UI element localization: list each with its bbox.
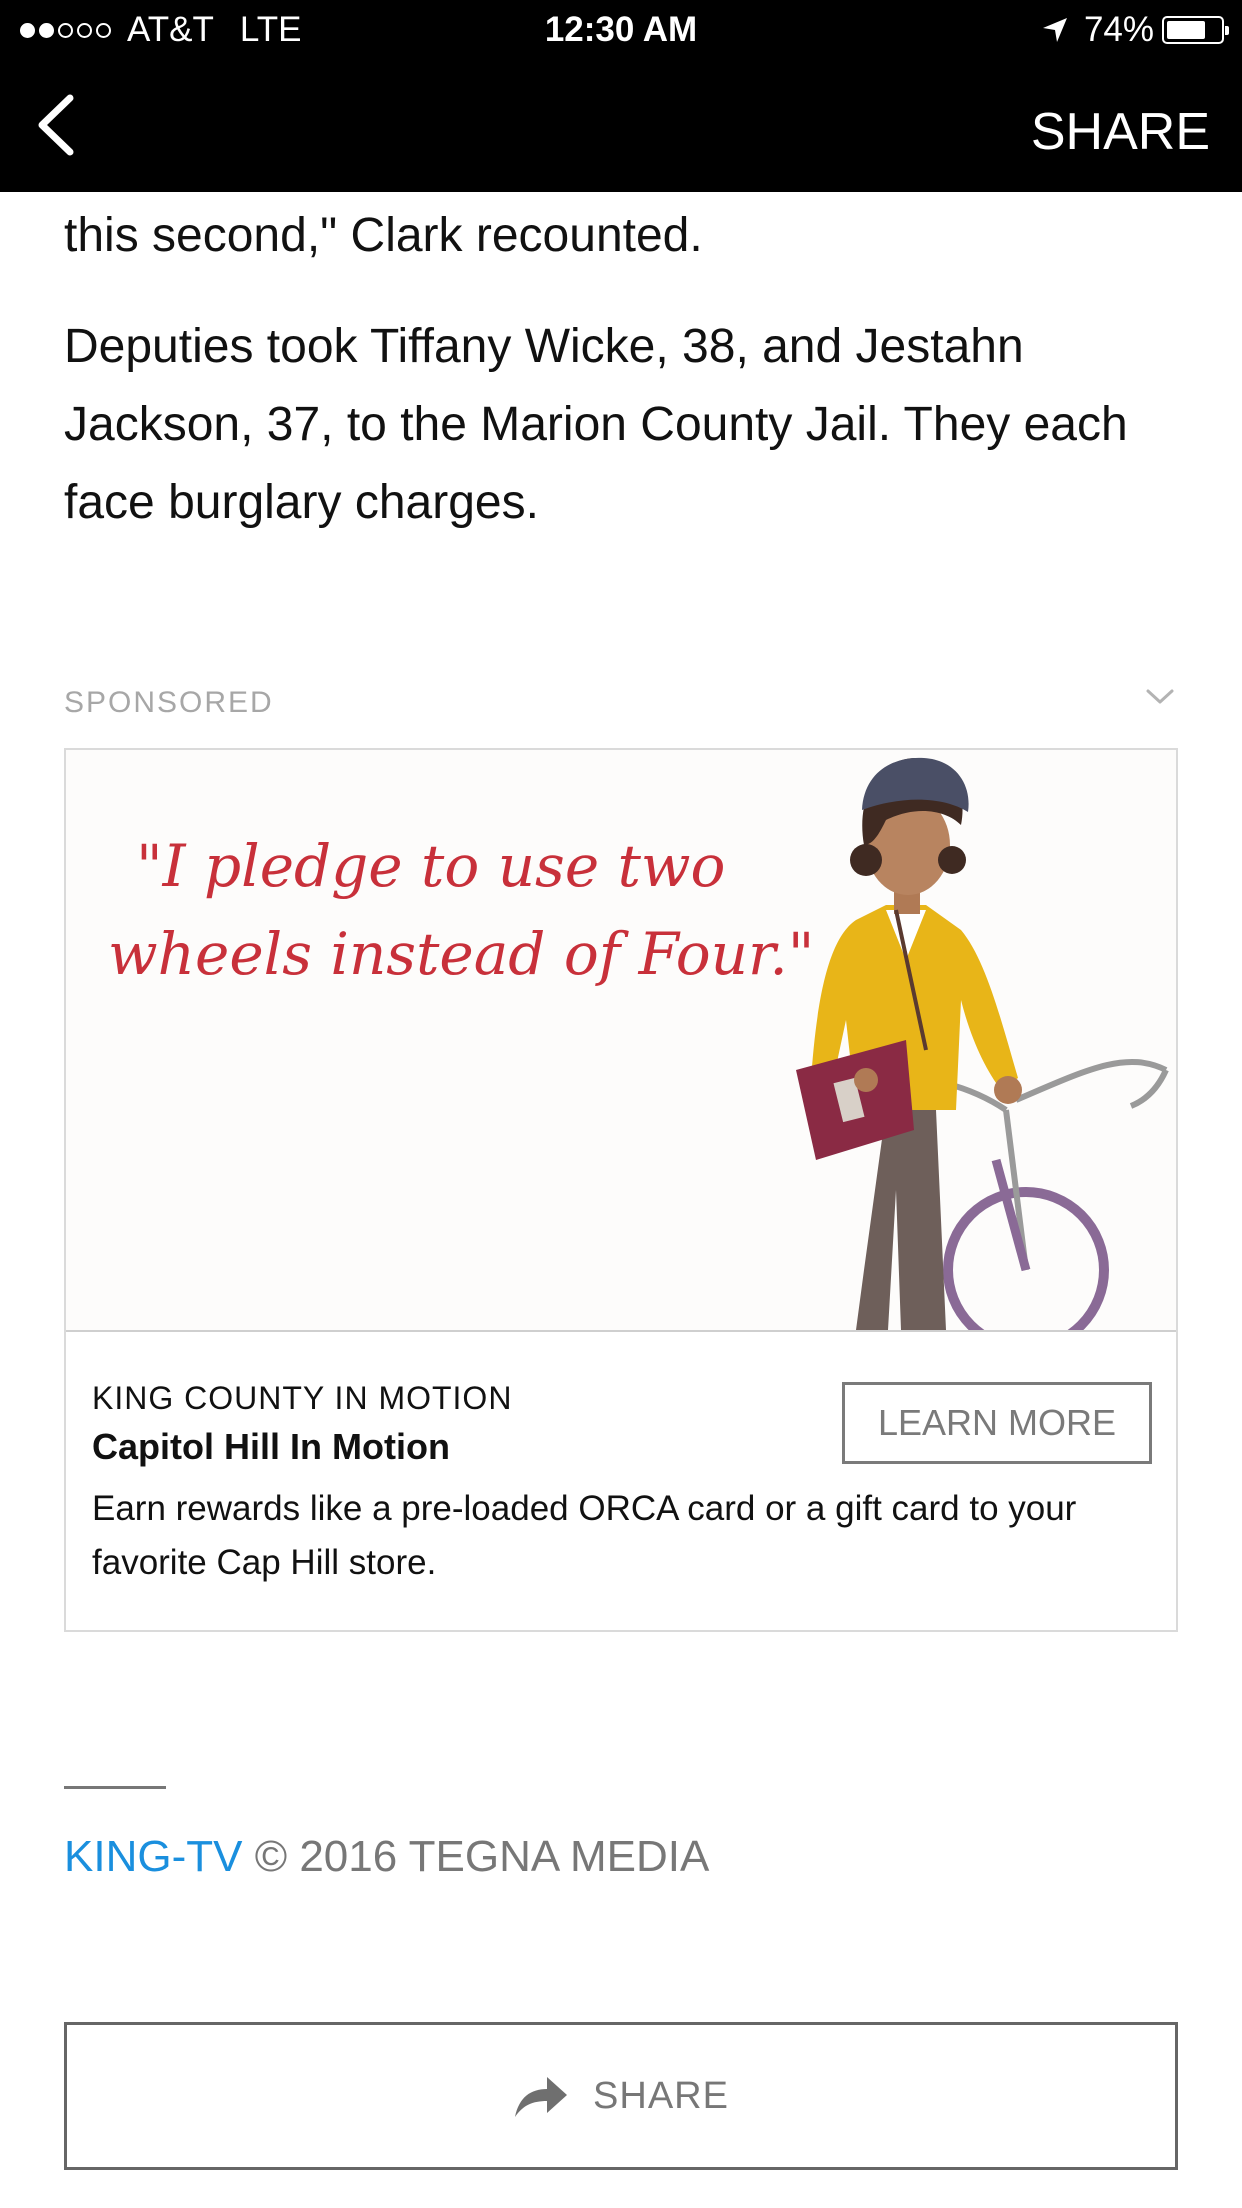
ad-image[interactable]: "I pledge to use two wheels instead of F… <box>66 750 1176 1332</box>
brand-link[interactable]: KING-TV <box>64 1832 242 1881</box>
share-button-top[interactable]: SHARE <box>1031 102 1210 162</box>
battery-percent: 74% <box>1083 10 1154 49</box>
sponsored-label: SPONSORED <box>64 686 274 719</box>
woman-with-bicycle-illustration <box>796 757 1169 1330</box>
ad-image-quote-line: "I pledge to use two <box>136 832 726 900</box>
article-paragraph: this second," Clark recounted. <box>64 209 703 262</box>
sponsored-ad-card[interactable]: "I pledge to use two wheels instead of F… <box>64 748 1178 1632</box>
back-chevron-icon[interactable] <box>24 90 94 160</box>
status-bar: AT&T LTE 12:30 AM 74% <box>0 0 1242 62</box>
copyright-text: © 2016 TEGNA MEDIA <box>254 1832 710 1881</box>
chevron-down-icon[interactable] <box>1144 686 1176 708</box>
ad-image-quote-line: wheels instead of Four." <box>108 920 815 988</box>
share-button-bottom[interactable]: SHARE <box>64 2022 1178 2170</box>
status-bar-right: 74% <box>1040 10 1229 50</box>
ad-description: Earn rewards like a pre-loaded ORCA card… <box>92 1489 1077 1582</box>
article-paragraph: Deputies took Tiffany Wicke, 38, and Jes… <box>64 320 1128 529</box>
share-arrow-icon <box>515 2077 568 2117</box>
battery-icon <box>1162 16 1229 44</box>
location-arrow-icon <box>1042 18 1067 42</box>
footer-divider <box>64 1786 166 1789</box>
share-button-label: SHARE <box>593 2074 729 2117</box>
ad-title[interactable]: Capitol Hill In Motion <box>92 1426 450 1468</box>
navigation-bar: SHARE <box>0 62 1242 192</box>
footer-copyright: KING-TV © 2016 TEGNA MEDIA <box>64 1832 709 1882</box>
learn-more-button[interactable]: LEARN MORE <box>842 1382 1152 1464</box>
ad-sponsor-name: KING COUNTY IN MOTION <box>92 1380 513 1416</box>
